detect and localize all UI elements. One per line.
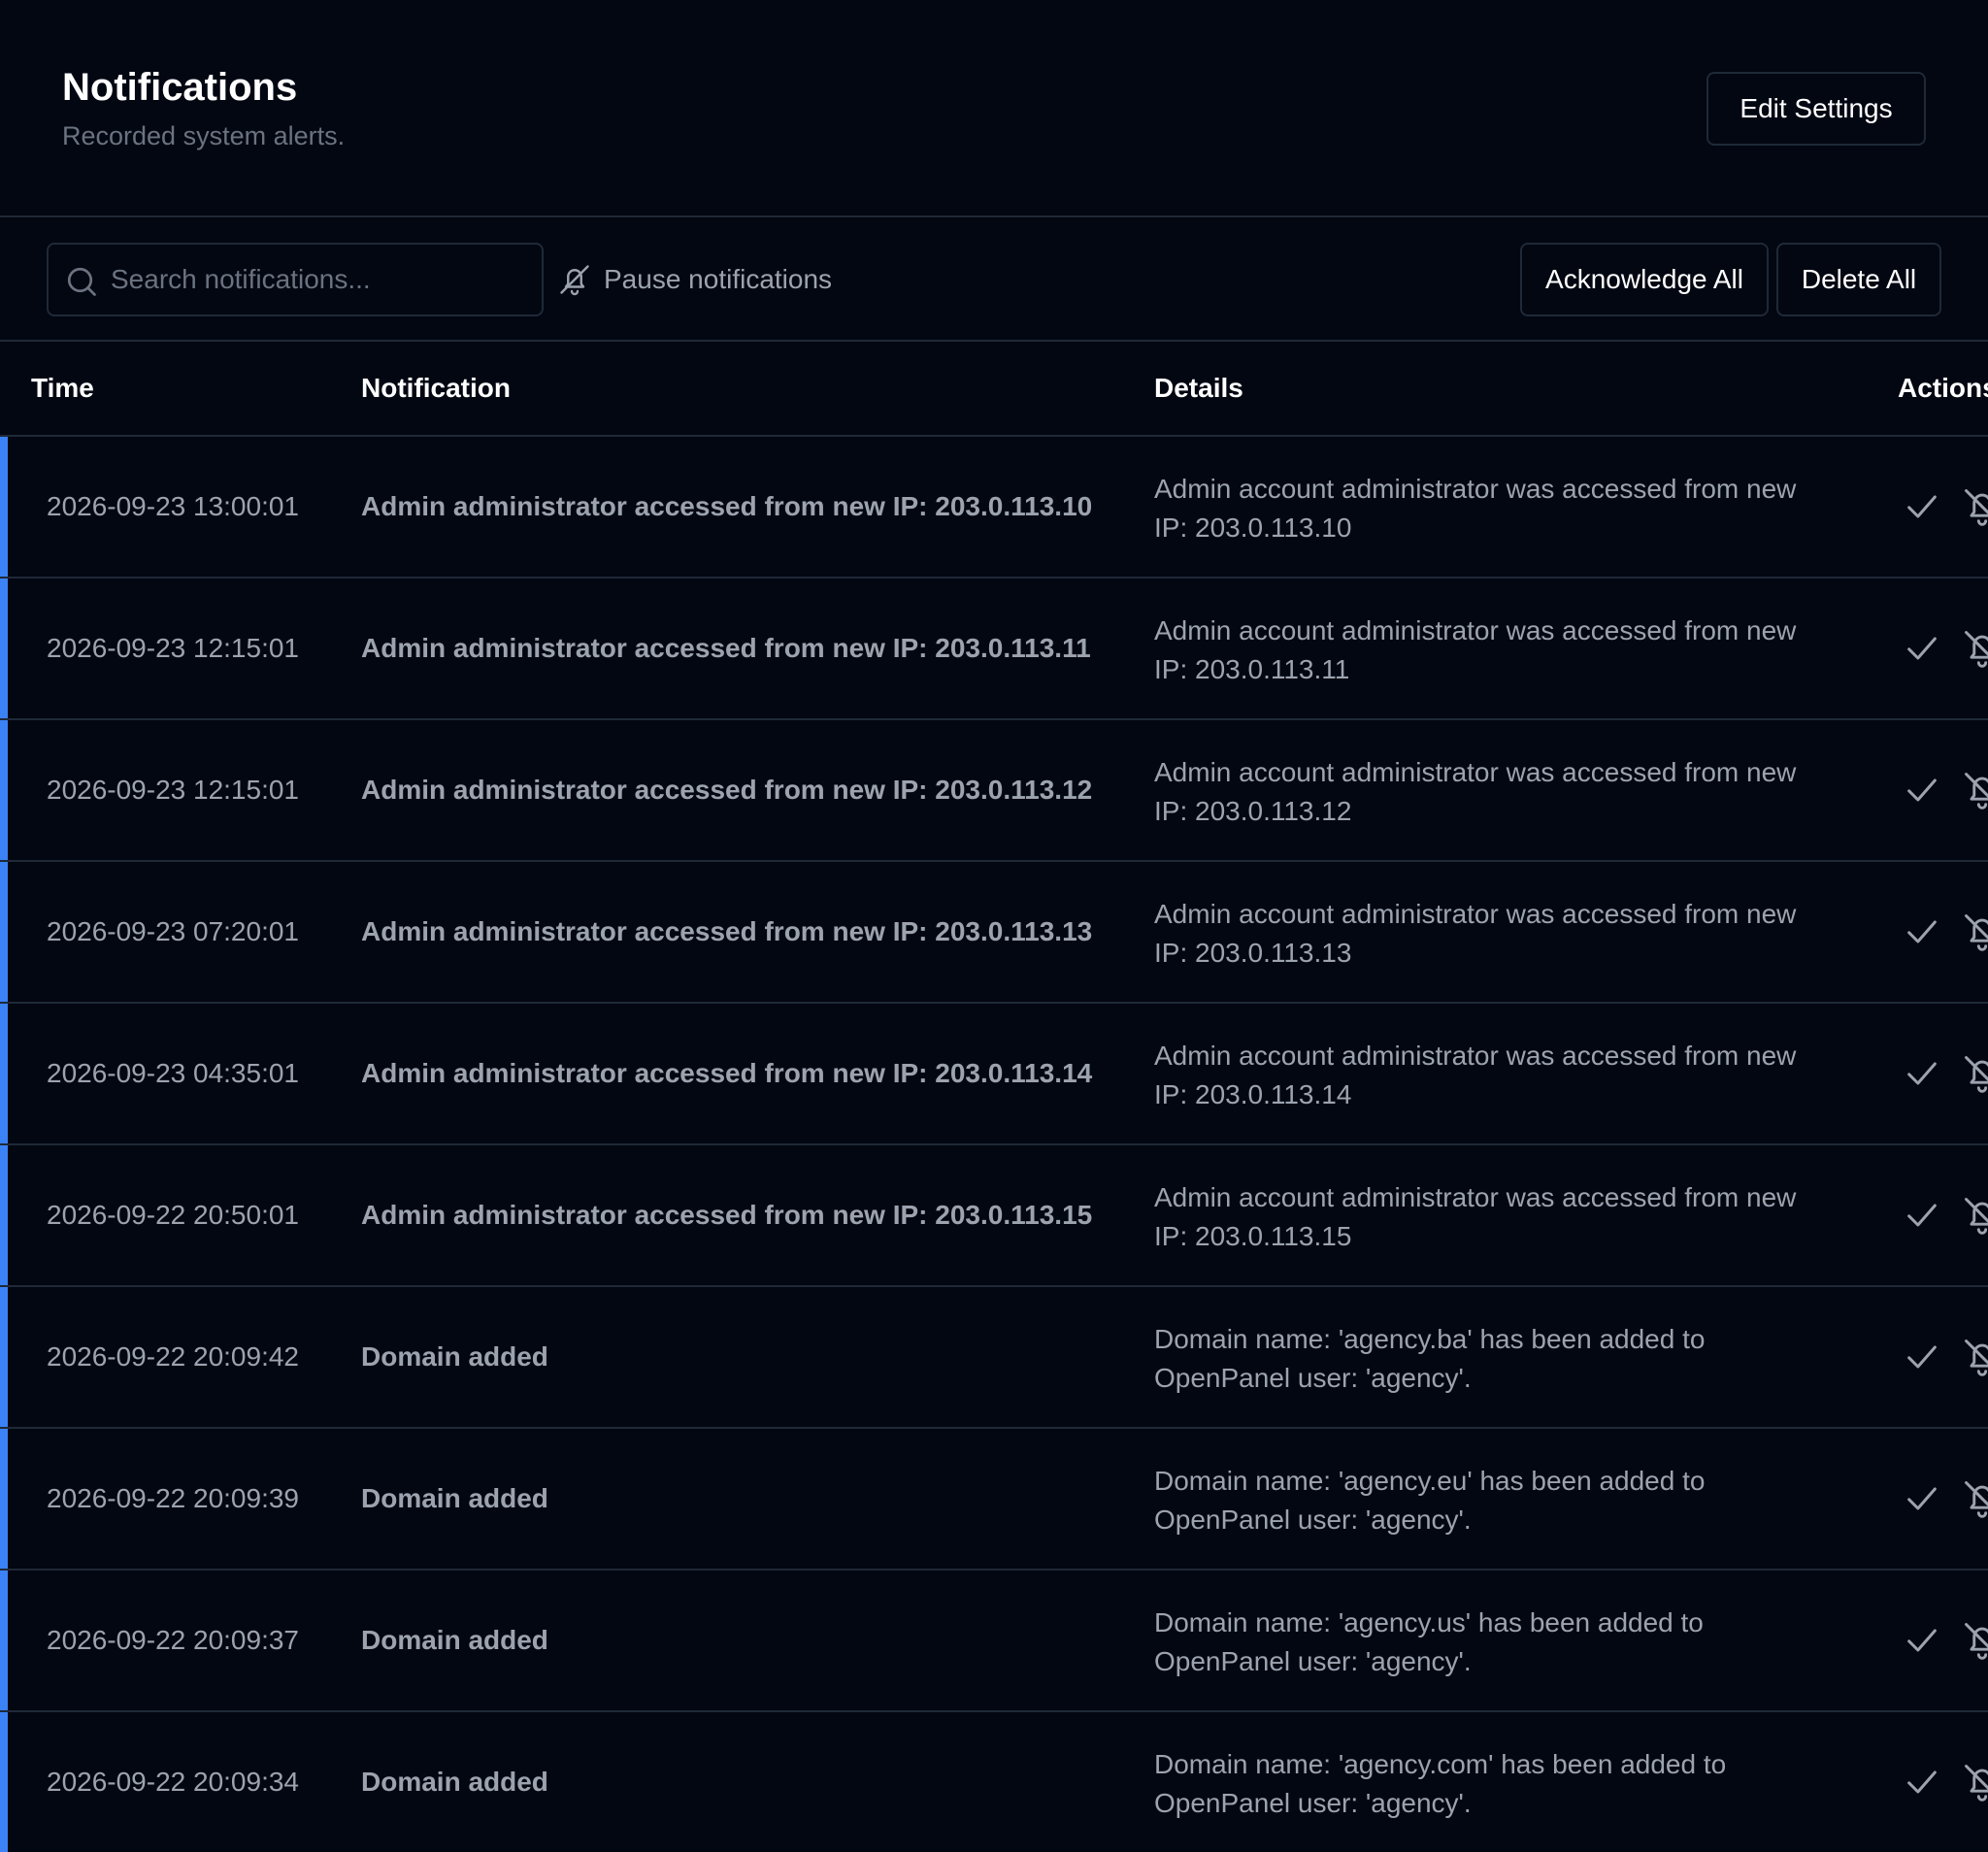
table-row: 2026-09-23 13:00:01 Admin administrator …: [0, 437, 1988, 579]
row-details: Domain name: 'agency.com' has been added…: [1154, 1749, 1727, 1818]
row-details: Domain name: 'agency.eu' has been added …: [1154, 1466, 1706, 1535]
row-notification: Domain added: [361, 1625, 548, 1655]
row-details: Domain name: 'agency.us' has been added …: [1154, 1607, 1704, 1676]
table-row: 2026-09-22 20:09:34 Domain added Domain …: [0, 1712, 1988, 1852]
row-notification: Domain added: [361, 1483, 548, 1513]
row-details: Admin account administrator was accessed…: [1154, 899, 1797, 968]
check-icon[interactable]: [1903, 1621, 1941, 1660]
row-notification: Admin administrator accessed from new IP…: [361, 916, 1093, 946]
search-icon: [67, 267, 96, 296]
table-row: 2026-09-22 20:09:39 Domain added Domain …: [0, 1429, 1988, 1571]
column-header-time: Time: [31, 373, 94, 403]
table-row: 2026-09-22 20:50:01 Admin administrator …: [0, 1145, 1988, 1287]
check-icon[interactable]: [1903, 1479, 1941, 1518]
row-time: 2026-09-23 12:15:01: [47, 775, 299, 805]
row-time: 2026-09-22 20:09:37: [47, 1625, 299, 1655]
bell-off-icon[interactable]: [1961, 1477, 1988, 1520]
row-notification: Domain added: [361, 1341, 548, 1372]
row-time: 2026-09-23 13:00:01: [47, 491, 299, 521]
unread-indicator: [0, 862, 8, 1002]
table-row: 2026-09-22 20:09:42 Domain added Domain …: [0, 1287, 1988, 1429]
check-icon[interactable]: [1903, 1763, 1941, 1802]
row-time: 2026-09-22 20:09:42: [47, 1341, 299, 1372]
bell-off-icon[interactable]: [1961, 1336, 1988, 1378]
column-header-notification: Notification: [361, 373, 511, 403]
check-icon[interactable]: [1903, 1054, 1941, 1093]
table-header: Time Notification Details Actions: [0, 342, 1988, 437]
row-details: Admin account administrator was accessed…: [1154, 757, 1797, 826]
page-header: Notifications Recorded system alerts. Ed…: [0, 0, 1988, 217]
unread-indicator: [0, 1429, 8, 1569]
acknowledge-all-button[interactable]: Acknowledge All: [1520, 243, 1769, 316]
check-icon[interactable]: [1903, 1338, 1941, 1376]
bell-off-icon[interactable]: [1961, 627, 1988, 670]
row-notification: Admin administrator accessed from new IP…: [361, 491, 1093, 521]
check-icon[interactable]: [1903, 487, 1941, 526]
row-notification: Admin administrator accessed from new IP…: [361, 633, 1091, 663]
search-box[interactable]: [47, 243, 544, 316]
unread-indicator: [0, 1287, 8, 1427]
row-notification: Admin administrator accessed from new IP…: [361, 775, 1093, 805]
row-details: Domain name: 'agency.ba' has been added …: [1154, 1324, 1706, 1393]
pause-notifications-label: Pause notifications: [604, 264, 833, 294]
row-time: 2026-09-22 20:09:39: [47, 1483, 299, 1513]
table-row: 2026-09-23 12:15:01 Admin administrator …: [0, 579, 1988, 720]
row-details: Admin account administrator was accessed…: [1154, 1182, 1797, 1251]
bell-off-icon[interactable]: [1961, 1052, 1988, 1095]
pause-notifications-toggle[interactable]: Pause notifications: [557, 243, 832, 316]
unread-indicator: [0, 579, 8, 718]
row-details: Admin account administrator was accessed…: [1154, 615, 1797, 684]
search-input[interactable]: [111, 245, 528, 314]
row-time: 2026-09-23 12:15:01: [47, 633, 299, 663]
bell-off-icon[interactable]: [1961, 1619, 1988, 1662]
page-subtitle: Recorded system alerts.: [62, 121, 346, 150]
bell-off-icon[interactable]: [1961, 1194, 1988, 1237]
column-header-actions: Actions: [1898, 373, 1988, 403]
page-title: Notifications: [62, 66, 298, 109]
bell-off-icon[interactable]: [1961, 1761, 1988, 1803]
row-notification: Admin administrator accessed from new IP…: [361, 1200, 1093, 1230]
row-time: 2026-09-22 20:50:01: [47, 1200, 299, 1230]
unread-indicator: [0, 1571, 8, 1710]
column-header-details: Details: [1154, 373, 1243, 403]
delete-all-button[interactable]: Delete All: [1776, 243, 1941, 316]
table-row: 2026-09-23 04:35:01 Admin administrator …: [0, 1004, 1988, 1145]
row-details: Admin account administrator was accessed…: [1154, 1041, 1797, 1109]
row-time: 2026-09-22 20:09:34: [47, 1767, 299, 1797]
table-row: 2026-09-23 12:15:01 Admin administrator …: [0, 720, 1988, 862]
check-icon[interactable]: [1903, 912, 1941, 951]
unread-indicator: [0, 1145, 8, 1285]
unread-indicator: [0, 720, 8, 860]
row-notification: Domain added: [361, 1767, 548, 1797]
notifications-page: Notifications Recorded system alerts. Ed…: [0, 0, 1988, 1852]
table-row: 2026-09-22 20:09:37 Domain added Domain …: [0, 1571, 1988, 1712]
unread-indicator: [0, 437, 8, 577]
row-details: Admin account administrator was accessed…: [1154, 474, 1797, 543]
row-notification: Admin administrator accessed from new IP…: [361, 1058, 1093, 1088]
bell-off-icon: [560, 265, 589, 296]
row-time: 2026-09-23 07:20:01: [47, 916, 299, 946]
check-icon[interactable]: [1903, 771, 1941, 810]
check-icon[interactable]: [1903, 629, 1941, 668]
bell-off-icon[interactable]: [1961, 769, 1988, 811]
row-time: 2026-09-23 04:35:01: [47, 1058, 299, 1088]
bell-off-icon[interactable]: [1961, 910, 1988, 953]
table-row: 2026-09-23 07:20:01 Admin administrator …: [0, 862, 1988, 1004]
check-icon[interactable]: [1903, 1196, 1941, 1235]
toolbar: Pause notifications Acknowledge All Dele…: [0, 217, 1988, 342]
unread-indicator: [0, 1004, 8, 1143]
edit-settings-button[interactable]: Edit Settings: [1706, 72, 1926, 146]
notifications-table-body: 2026-09-23 13:00:01 Admin administrator …: [0, 437, 1988, 1852]
unread-indicator: [0, 1712, 8, 1852]
bell-off-icon[interactable]: [1961, 485, 1988, 528]
